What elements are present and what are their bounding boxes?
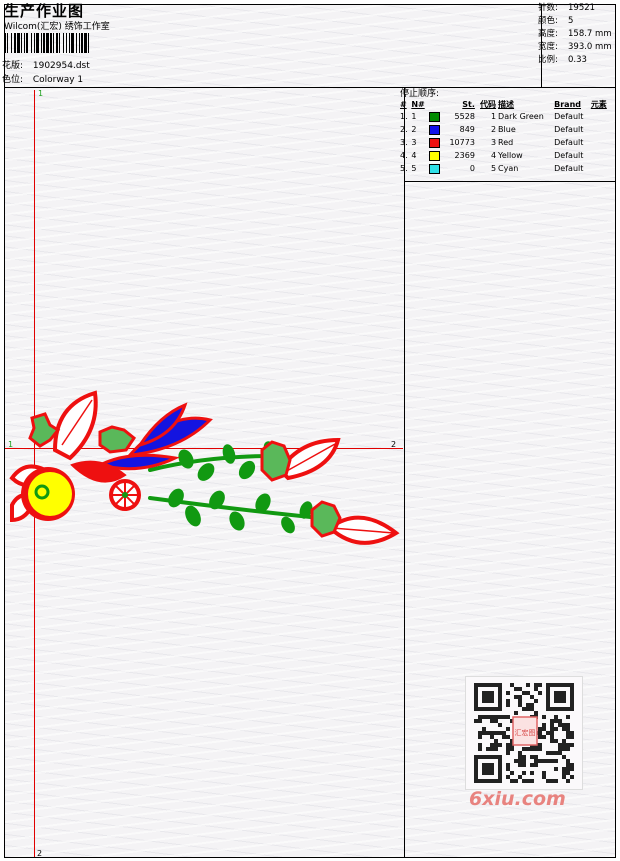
watermark-logo: 6xiu.com <box>469 788 566 810</box>
seal-stamp-text: 汇宏图 <box>515 728 536 737</box>
qr-code-box: 汇宏图 <box>465 676 583 790</box>
small-red-flower <box>109 479 141 511</box>
yellow-flower <box>21 467 75 521</box>
guide-top-label: 1 <box>38 89 43 98</box>
guide-bottom-label: 2 <box>37 849 42 858</box>
qr-code: 汇宏图 <box>474 683 574 783</box>
guide-right-label: 2 <box>391 440 396 449</box>
guide-left-label: 1 <box>8 440 13 449</box>
